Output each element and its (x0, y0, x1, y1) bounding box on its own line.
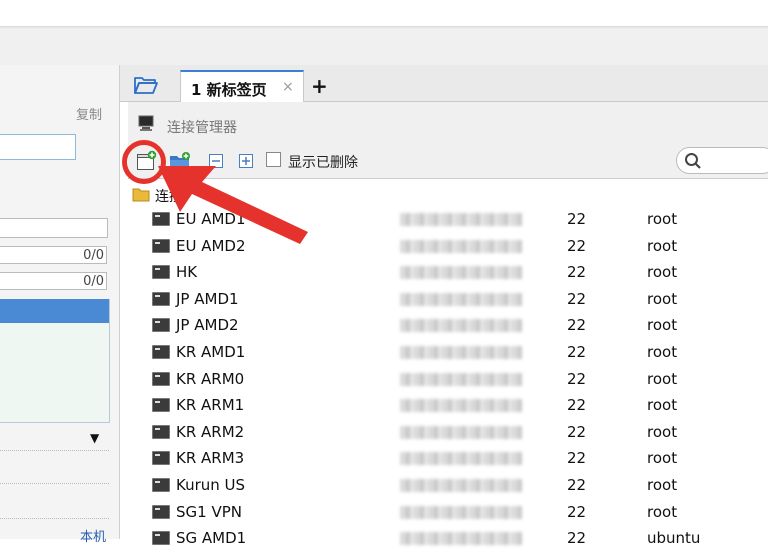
host-redacted (400, 425, 522, 439)
host-redacted (400, 452, 522, 466)
ratio-field-1: 0/0 (0, 246, 107, 264)
host-redacted (400, 266, 522, 280)
host-redacted (400, 399, 522, 413)
terminal-icon (152, 345, 170, 359)
copy-button[interactable]: 复制 (76, 104, 102, 123)
connection-name: HK (176, 263, 198, 282)
local-link[interactable]: 本机 (80, 526, 106, 545)
connection-name: KR ARM3 (176, 449, 245, 468)
connection-user: root (647, 369, 678, 388)
host-redacted (400, 372, 522, 386)
connection-row[interactable]: SG AMD1 22 ubuntu (128, 526, 768, 552)
connection-user: root (647, 210, 678, 228)
connection-port: 22 (567, 263, 587, 282)
connection-manager-icon (138, 115, 156, 133)
connection-name: KR ARM2 (176, 422, 245, 441)
connection-row[interactable]: KR AMD1 22 root (128, 340, 768, 366)
terminal-icon (152, 398, 170, 413)
connection-name: KR ARM1 (176, 396, 245, 415)
connection-row[interactable]: KR ARM1 22 root (128, 393, 768, 419)
connection-port: 22 (567, 236, 587, 255)
host-redacted (400, 292, 522, 306)
folder-icon (132, 186, 150, 206)
connection-port: 22 (567, 316, 587, 335)
connection-row[interactable]: JP AMD2 22 root (128, 313, 768, 339)
connection-row[interactable]: KR ARM3 22 root (128, 446, 768, 472)
left-field[interactable] (0, 218, 108, 238)
connection-user: root (647, 502, 678, 521)
terminal-icon (152, 291, 170, 306)
annotation-arrow-icon (150, 160, 320, 254)
host-redacted (400, 319, 522, 333)
connection-name: SG1 VPN (176, 502, 242, 521)
connection-user: root (647, 316, 678, 335)
connection-port: 22 (567, 449, 587, 468)
connection-user: root (647, 263, 678, 282)
terminal-icon (152, 318, 170, 333)
host-redacted (400, 505, 522, 519)
left-text-field[interactable] (0, 134, 76, 160)
left-dotted-section-2 (0, 490, 109, 519)
connection-row[interactable]: Kurun US 22 root (128, 473, 768, 499)
connection-name: Kurun US (176, 476, 246, 494)
connection-port: 22 (567, 422, 587, 441)
connection-port: 22 (567, 343, 587, 361)
tab-label: 1 新标签页 (191, 81, 267, 99)
connection-user: ubuntu (647, 529, 701, 548)
dropdown-arrow-icon[interactable]: ▼ (90, 431, 99, 445)
terminal-icon (152, 451, 170, 466)
connection-port: 22 (567, 502, 587, 521)
connection-port: 22 (567, 210, 587, 228)
connection-port: 22 (567, 529, 587, 548)
terminal-icon (152, 265, 170, 280)
connection-user: root (647, 343, 678, 361)
connection-port: 22 (567, 369, 587, 388)
connection-user: root (647, 396, 678, 415)
terminal-icon (152, 478, 170, 492)
host-redacted (400, 239, 522, 253)
connection-row[interactable]: JP AMD1 22 root (128, 287, 768, 313)
host-redacted (400, 479, 522, 492)
connection-row[interactable]: HK 22 root (128, 260, 768, 286)
connection-user: root (647, 449, 678, 468)
terminal-icon (152, 504, 170, 519)
folder-open-icon[interactable] (133, 74, 159, 100)
connection-row[interactable]: KR ARM2 22 root (128, 420, 768, 446)
connection-user: root (647, 236, 678, 255)
connection-port: 22 (567, 476, 587, 494)
connection-name: JP AMD1 (176, 289, 239, 308)
search-icon (684, 152, 702, 174)
window-top-bar (0, 0, 768, 26)
terminal-icon (152, 424, 170, 439)
host-redacted (400, 346, 522, 359)
connection-port: 22 (567, 396, 587, 415)
left-list-selected-item[interactable] (0, 299, 109, 323)
connection-name: JP AMD2 (176, 316, 239, 335)
dialog-title: 连接管理器 (167, 120, 237, 136)
connection-port: 22 (567, 289, 587, 308)
tab-close-icon[interactable]: × (282, 79, 294, 95)
toolbar-band (0, 29, 768, 65)
terminal-icon (152, 371, 170, 386)
connection-row[interactable]: SG1 VPN 22 root (128, 500, 768, 526)
add-tab-button[interactable]: + (311, 74, 328, 98)
connection-user: root (647, 289, 678, 308)
connection-user: root (647, 422, 678, 441)
left-dotted-section (0, 450, 109, 484)
terminal-icon (152, 531, 170, 546)
connection-name: SG AMD1 (176, 529, 247, 548)
connection-name: KR AMD1 (176, 343, 246, 361)
connection-user: root (647, 476, 678, 494)
host-redacted (400, 213, 522, 226)
connection-row[interactable]: KR ARM0 22 root (128, 367, 768, 393)
connection-name: KR ARM0 (176, 369, 245, 388)
ratio-field-2: 0/0 (0, 272, 107, 290)
